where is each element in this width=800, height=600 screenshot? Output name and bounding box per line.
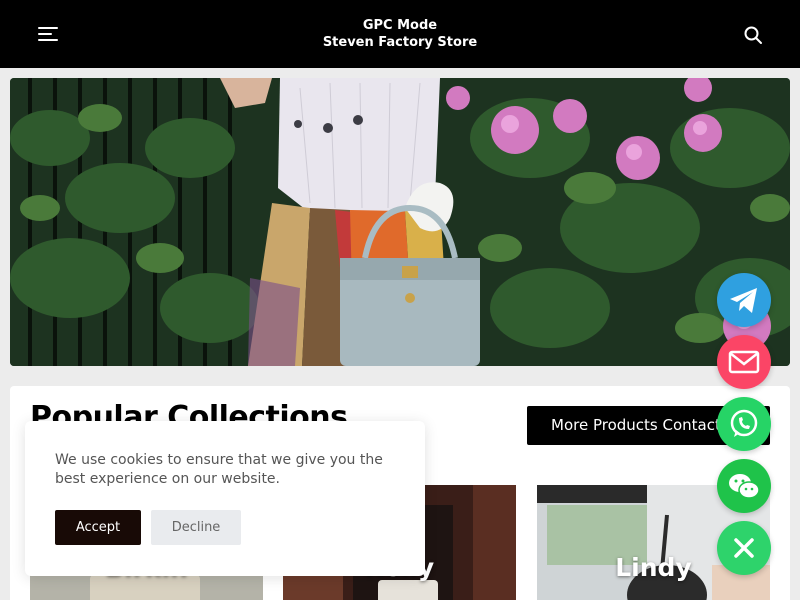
hero-banner-image[interactable]	[10, 78, 790, 366]
site-header: GPC Mode Steven Factory Store	[0, 0, 800, 68]
wechat-button[interactable]	[717, 459, 771, 513]
site-title[interactable]: GPC Mode Steven Factory Store	[250, 17, 550, 51]
telegram-button[interactable]	[717, 273, 771, 327]
site-title-line2: Steven Factory Store	[322, 35, 478, 50]
whatsapp-icon	[730, 409, 758, 437]
search-icon[interactable]	[742, 24, 764, 46]
email-icon	[728, 350, 760, 374]
cookie-consent-banner: We use cookies to ensure that we give yo…	[25, 421, 425, 576]
hamburger-menu-icon[interactable]	[38, 25, 60, 43]
close-contacts-button[interactable]	[717, 521, 771, 575]
wechat-icon	[729, 474, 760, 499]
accept-cookies-button[interactable]: Accept	[55, 510, 141, 545]
cookie-message: We use cookies to ensure that we give yo…	[55, 452, 383, 487]
close-icon	[734, 538, 754, 558]
decline-cookies-button[interactable]: Decline	[151, 510, 241, 545]
telegram-icon	[730, 288, 757, 313]
email-button[interactable]	[717, 335, 771, 389]
whatsapp-button[interactable]	[717, 397, 771, 451]
site-title-line1: GPC Mode	[362, 18, 438, 33]
